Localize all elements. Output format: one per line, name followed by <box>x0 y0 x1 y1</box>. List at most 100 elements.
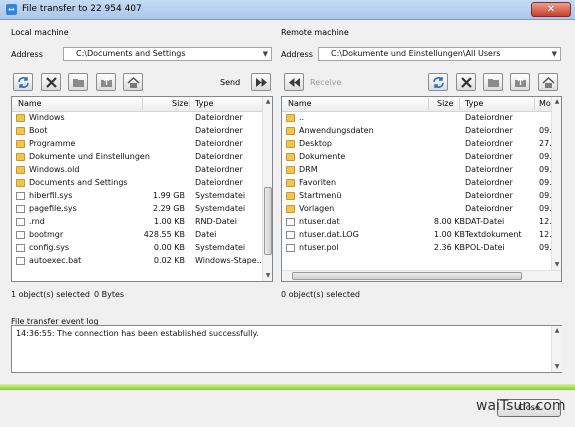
remote-cell-name: .. <box>299 113 305 122</box>
remote-folder-up-button[interactable] <box>510 73 530 91</box>
local-row[interactable]: pagefile.sys 2.29 GB Systemdatei <box>12 203 272 216</box>
local-row[interactable]: Programme Dateiordner <box>12 138 272 151</box>
folder-up-icon <box>515 77 526 87</box>
remote-refresh-button[interactable] <box>428 73 448 91</box>
local-home-button[interactable] <box>123 73 143 91</box>
local-col-type[interactable]: Type <box>195 99 213 108</box>
remote-file-list[interactable]: Name Size Type Modif .. Dateiordner Anwend… <box>281 96 562 282</box>
window-close-button[interactable]: ✕ <box>531 2 571 17</box>
remote-row[interactable]: ntuser.pol2.36 KBPOL-Datei09.03 <box>282 242 561 255</box>
folder-icon <box>286 153 295 161</box>
window-title: File transfer to 22 954 407 <box>22 4 142 14</box>
refresh-icon <box>18 77 29 88</box>
chevron-down-icon[interactable]: ▼ <box>552 48 557 60</box>
remote-row[interactable]: DokumenteDateiordner09.03 <box>282 151 561 164</box>
file-icon <box>16 244 25 252</box>
local-cell-type: Dateiordner <box>195 178 243 187</box>
remote-cell-size: 2.36 KB <box>433 243 465 252</box>
remote-cell-type: Dateiordner <box>465 139 513 148</box>
remote-row[interactable]: VorlagenDateiordner09.03 <box>282 203 561 216</box>
remote-address-label: Address <box>281 50 313 59</box>
remote-row[interactable]: FavoritenDateiordner09.03 <box>282 177 561 190</box>
remote-row[interactable]: .. Dateiordner <box>282 112 561 125</box>
local-cell-type: Dateiordner <box>195 113 243 122</box>
local-row[interactable]: Boot Dateiordner <box>12 125 272 138</box>
new-folder-icon <box>73 79 84 87</box>
scroll-up-icon[interactable]: ▲ <box>552 97 561 107</box>
remote-new-folder-button[interactable] <box>483 73 503 91</box>
remote-row[interactable]: DRMDateiordner09.03 <box>282 164 561 177</box>
local-file-list[interactable]: Name Size Type Windows Dateiordner Boot Dat… <box>11 96 273 282</box>
file-transfer-window: ↔ File transfer to 22 954 407 ✕ Local ma… <box>0 0 575 427</box>
remote-row[interactable]: ntuser.dat.LOG1.00 KBTextdokument12.03 <box>282 229 561 242</box>
remote-address-combobox[interactable]: C:\Dokumente und Einstellungen\All Users… <box>318 47 561 61</box>
remote-row[interactable]: StartmenüDateiordner09.03 <box>282 190 561 203</box>
watermark: waiTsun.com <box>476 398 566 414</box>
chevron-down-icon[interactable]: ▼ <box>263 48 268 60</box>
local-address-combobox[interactable]: C:\Documents and Settings ▼ <box>63 47 272 61</box>
local-row[interactable]: Dokumente und Einstellungen Dateiordner <box>12 151 272 164</box>
local-row[interactable]: .rnd 1.00 KB RND-Datei <box>12 216 272 229</box>
local-col-name[interactable]: Name <box>18 99 42 108</box>
folder-icon <box>16 179 25 187</box>
delete-icon <box>461 77 472 88</box>
remote-cell-name: Favoriten <box>299 178 337 187</box>
local-delete-button[interactable] <box>41 73 61 91</box>
remote-cell-type: Dateiordner <box>465 165 513 174</box>
folder-icon <box>16 166 25 174</box>
remote-col-size[interactable]: Size <box>437 99 453 108</box>
local-col-size[interactable]: Size <box>172 99 188 108</box>
local-row[interactable]: Documents and Settings Dateiordner <box>12 177 272 190</box>
remote-horizontal-scrollbar[interactable] <box>282 270 561 281</box>
local-cell-type: Dateiordner <box>195 152 243 161</box>
remote-list-header: Name Size Type Modif <box>282 97 561 112</box>
receive-button[interactable] <box>284 73 304 91</box>
remote-col-type[interactable]: Type <box>465 99 483 108</box>
scroll-down-icon[interactable]: ▼ <box>263 271 272 281</box>
scrollbar-thumb[interactable] <box>264 187 272 255</box>
remote-status-selected: 0 object(s) selected <box>281 290 361 299</box>
local-cell-name: Windows.old <box>29 165 80 174</box>
scroll-up-icon[interactable]: ▲ <box>263 97 272 107</box>
folder-icon <box>16 140 25 148</box>
local-row[interactable]: Windows.old Dateiordner <box>12 164 272 177</box>
folder-icon <box>286 205 295 213</box>
local-cell-type: Systemdatei <box>195 204 246 213</box>
scroll-down-icon[interactable]: ▼ <box>552 362 562 372</box>
progress-band <box>0 384 575 390</box>
send-button[interactable] <box>251 73 271 91</box>
local-row[interactable]: autoexec.bat 0.02 KB Windows-Stape... <box>12 255 272 268</box>
local-row[interactable]: bootmgr 428.55 KB Datei <box>12 229 272 242</box>
scrollbar-thumb[interactable] <box>292 272 522 280</box>
log-vertical-scrollbar[interactable]: ▲ ▼ <box>551 326 562 372</box>
local-vertical-scrollbar[interactable]: ▲ ▼ <box>262 97 272 281</box>
event-log[interactable]: 14:36:55: The connection has been establ… <box>11 325 562 373</box>
folder-icon <box>286 192 295 200</box>
local-row[interactable]: config.sys 0.00 KB Systemdatei <box>12 242 272 255</box>
local-cell-type: Systemdatei <box>195 191 246 200</box>
remote-vertical-scrollbar[interactable]: ▲ ▼ <box>551 97 561 270</box>
remote-row[interactable]: ntuser.dat8.00 KBDAT-Datei12.03 <box>282 216 561 229</box>
remote-row[interactable]: DesktopDateiordner27.12 <box>282 138 561 151</box>
local-refresh-button[interactable] <box>13 73 33 91</box>
remote-cell-name: Dokumente <box>299 152 346 161</box>
local-cell-size: 2.29 GB <box>152 204 185 213</box>
remote-col-name[interactable]: Name <box>288 99 312 108</box>
local-cell-name: pagefile.sys <box>29 204 77 213</box>
teamviewer-icon: ↔ <box>6 4 17 15</box>
local-cell-type: Datei <box>195 230 217 239</box>
file-icon <box>16 218 25 226</box>
remote-home-button[interactable] <box>538 73 558 91</box>
new-folder-icon <box>488 79 499 87</box>
scroll-down-icon[interactable]: ▼ <box>552 260 561 270</box>
local-row[interactable]: hiberfil.sys 1.99 GB Systemdatei <box>12 190 272 203</box>
remote-row[interactable]: AnwendungsdatenDateiordner09.03 <box>282 125 561 138</box>
remote-delete-button[interactable] <box>456 73 476 91</box>
local-new-folder-button[interactable] <box>68 73 88 91</box>
local-cell-name: Documents and Settings <box>29 178 128 187</box>
scroll-up-icon[interactable]: ▲ <box>552 326 562 336</box>
local-cell-name: bootmgr <box>29 230 64 239</box>
local-folder-up-button[interactable] <box>96 73 116 91</box>
local-status-bytes: 0 Bytes <box>94 290 125 299</box>
local-row[interactable]: Windows Dateiordner <box>12 112 272 125</box>
